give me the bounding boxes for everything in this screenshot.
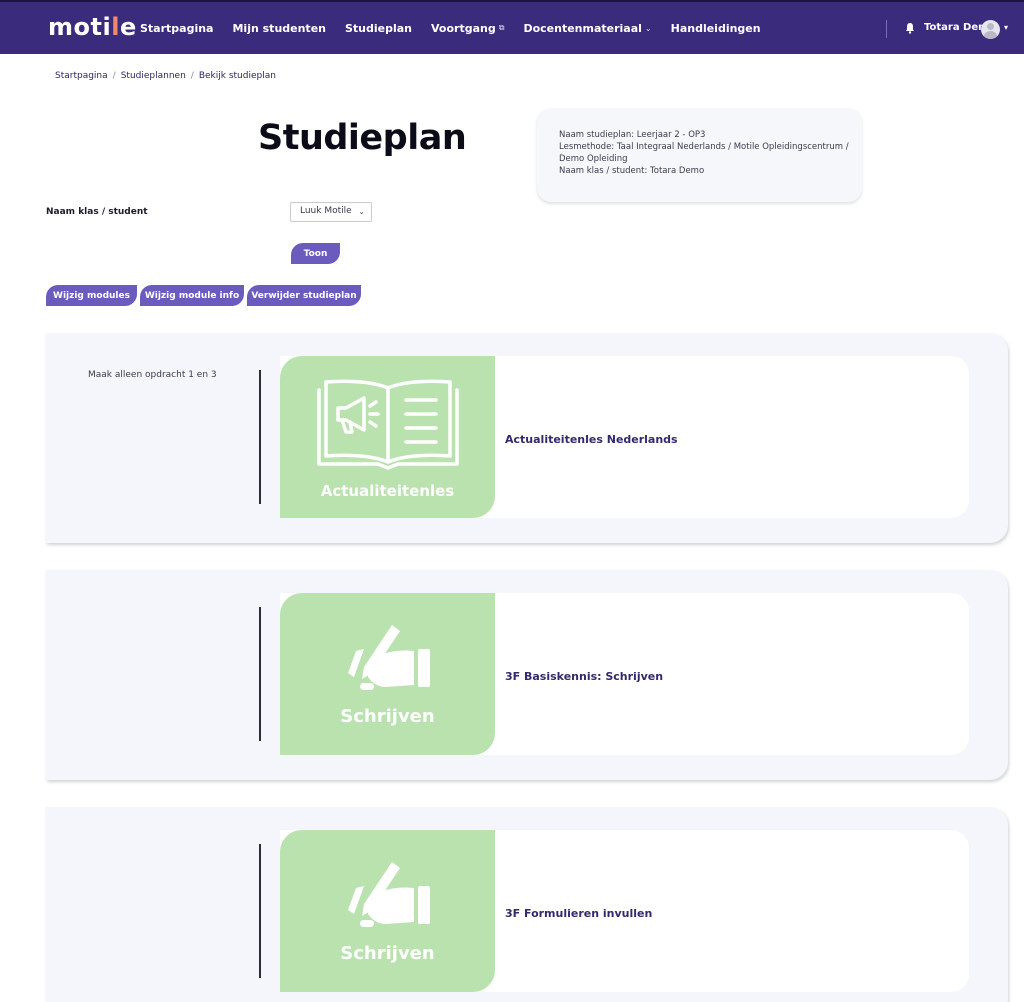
info-klas-student: Naam klas / student: Totara Demo xyxy=(559,166,705,176)
hand-writing-icon xyxy=(348,625,430,690)
wijzig-modules-button[interactable]: Wijzig modules xyxy=(46,285,137,306)
nav-item-studieplan[interactable]: Studieplan xyxy=(345,22,412,35)
breadcrumb-separator: / xyxy=(112,71,116,81)
info-studieplan-name: Naam studieplan: Leerjaar 2 - OP3 xyxy=(559,130,706,140)
module-image[interactable]: Actualiteitenles xyxy=(280,356,495,518)
module-card[interactable]: Schrijven 3F Basiskennis: Schrijven xyxy=(280,593,969,755)
module-image-label: Actualiteitenles xyxy=(320,482,455,500)
chevron-down-icon: ⌄ xyxy=(644,23,652,33)
nav-item-mijn-studenten[interactable]: Mijn studenten xyxy=(232,22,326,35)
breadcrumb-bekijk-studieplan[interactable]: Bekijk studieplan xyxy=(199,71,276,81)
page-title: Studieplan xyxy=(258,118,467,158)
module-panel: Schrijven 3F Basiskennis: Schrijven xyxy=(46,570,1008,780)
klas-student-label: Naam klas / student xyxy=(46,207,148,217)
breadcrumb-startpagina[interactable]: Startpagina xyxy=(55,71,108,81)
module-image[interactable]: Schrijven xyxy=(280,593,495,755)
student-select[interactable]: Luuk Motile ⌄ xyxy=(290,202,372,222)
chevron-down-icon: ⌄ xyxy=(358,207,365,216)
hand-writing-icon xyxy=(348,862,430,927)
student-select-value: Luuk Motile xyxy=(300,206,352,216)
info-lesmethode: Lesmethode: Taal Integraal Nederlands / … xyxy=(559,142,849,152)
book-megaphone-icon xyxy=(317,379,459,470)
nav-item-docentenmateriaal[interactable]: Docentenmateriaal ⌄ xyxy=(523,22,651,35)
module-card[interactable]: Schrijven 3F Formulieren invullen xyxy=(280,830,969,992)
module-image-label: Schrijven xyxy=(340,943,435,964)
wijzig-module-info-button[interactable]: Wijzig module info xyxy=(140,285,244,306)
studieplan-info-card: Naam studieplan: Leerjaar 2 - OP3 Lesmet… xyxy=(537,108,862,202)
info-lesmethode-continued: Demo Opleiding xyxy=(559,154,628,164)
module-note: Maak alleen opdracht 1 en 3 xyxy=(88,370,217,380)
panel-divider xyxy=(259,844,261,978)
nav-item-handleidingen[interactable]: Handleidingen xyxy=(671,22,761,35)
verwijder-studieplan-button[interactable]: Verwijder studieplan xyxy=(247,285,361,306)
avatar[interactable] xyxy=(981,20,1000,39)
breadcrumb-studieplannen[interactable]: Studieplannen xyxy=(121,71,186,81)
breadcrumb-separator: / xyxy=(190,71,194,81)
module-panel: Maak alleen opdracht 1 en 3 Actualiteite… xyxy=(46,333,1008,543)
motile-logo[interactable]: motile xyxy=(48,13,137,41)
nav-divider xyxy=(886,20,887,38)
external-link-icon: ⧉ xyxy=(498,23,505,32)
panel-divider xyxy=(259,370,261,504)
panel-divider xyxy=(259,607,261,741)
nav-item-voortgang[interactable]: Voortgang ⧉ xyxy=(431,22,504,35)
bell-icon[interactable] xyxy=(905,22,915,34)
top-navbar: motile Startpagina Mijn studenten Studie… xyxy=(0,0,1024,54)
user-menu-chevron-icon[interactable]: ▾ xyxy=(1004,23,1008,32)
module-image-label: Schrijven xyxy=(340,706,435,727)
module-image[interactable]: Schrijven xyxy=(280,830,495,992)
module-panel: Schrijven 3F Formulieren invullen xyxy=(46,807,1008,1002)
breadcrumb: Startpagina / Studieplannen / Bekijk stu… xyxy=(55,71,276,81)
module-title[interactable]: 3F Basiskennis: Schrijven xyxy=(505,670,663,683)
module-title[interactable]: 3F Formulieren invullen xyxy=(505,907,652,920)
module-card[interactable]: Actualiteitenles Actualiteitenles Nederl… xyxy=(280,356,969,518)
module-title[interactable]: Actualiteitenles Nederlands xyxy=(505,433,678,446)
main-nav: Startpagina Mijn studenten Studieplan Vo… xyxy=(140,2,761,54)
toon-button[interactable]: Toon xyxy=(291,243,340,264)
nav-item-startpagina[interactable]: Startpagina xyxy=(140,22,213,35)
